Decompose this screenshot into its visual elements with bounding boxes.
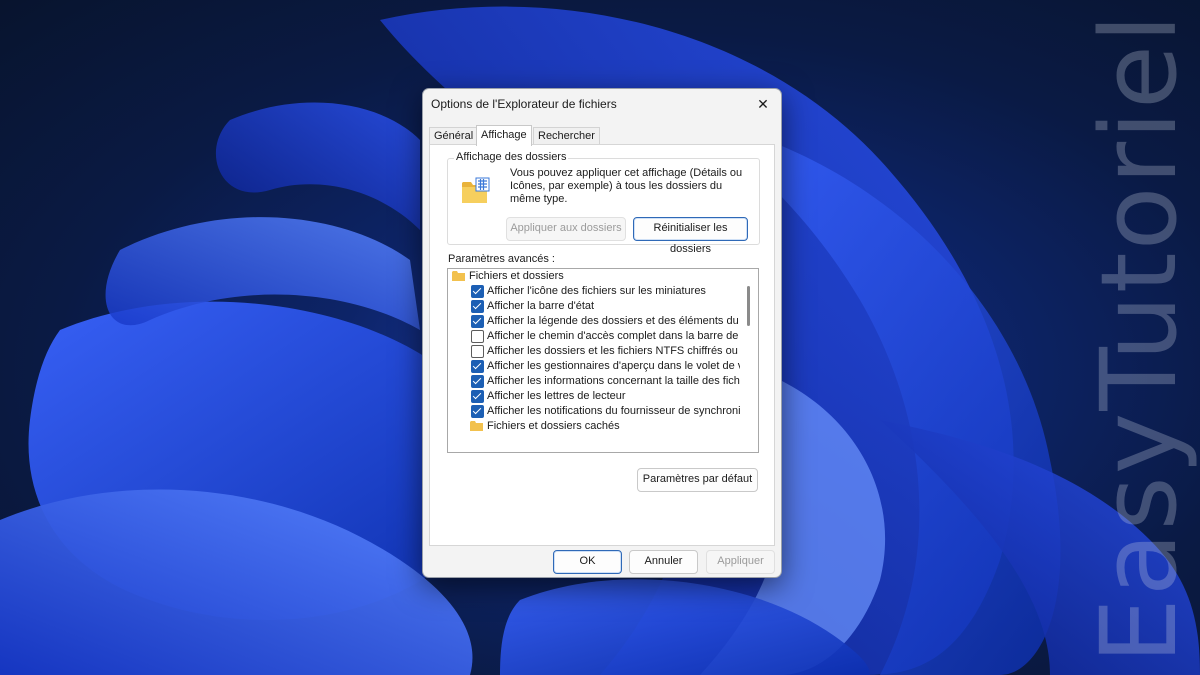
option-label: Afficher les lettres de lecteur [487,390,626,402]
checkbox-checked[interactable] [471,375,484,388]
option-label: Afficher la légende des dossiers et des … [487,315,740,327]
folder-icon [470,421,483,431]
tree-option-row[interactable]: Afficher la légende des dossiers et des … [448,314,740,329]
advanced-settings-tree[interactable]: Fichiers et dossiers Afficher l'icône de… [447,268,759,453]
folder-options-dialog: Options de l'Explorateur de fichiers ✕ G… [422,88,782,578]
tree-option-row[interactable]: Afficher le chemin d'accès complet dans … [448,329,740,344]
ok-button[interactable]: OK [553,550,622,574]
option-label: Afficher le chemin d'accès complet dans … [487,330,740,342]
checkbox-checked[interactable] [471,360,484,373]
close-button[interactable]: ✕ [751,92,775,116]
dialog-title: Options de l'Explorateur de fichiers [431,97,617,111]
title-bar[interactable]: Options de l'Explorateur de fichiers ✕ [423,89,781,119]
tab-general[interactable]: Général [429,127,479,145]
tree-option-row[interactable]: Afficher l'icône des fichiers sur les mi… [448,284,740,299]
checkbox-unchecked[interactable] [471,330,484,343]
folder-icon [452,271,465,281]
restore-defaults-button[interactable]: Paramètres par défaut [637,468,758,492]
tree-option-row[interactable]: Afficher les notifications du fournisseu… [448,404,740,419]
option-label: Afficher les notifications du fournisseu… [487,405,740,417]
tree-option-row[interactable]: Afficher les gestionnaires d'aperçu dans… [448,359,740,374]
folder-view-group: Affichage des dossiers Vous pouvez appli… [447,151,760,255]
checkbox-checked[interactable] [471,285,484,298]
tree-option-row[interactable]: Afficher les informations concernant la … [448,374,740,389]
checkbox-unchecked[interactable] [471,345,484,358]
option-label: Afficher les dossiers et les fichiers NT… [487,345,740,357]
tab-affichage[interactable]: Affichage [476,125,532,146]
tree-option-row[interactable]: Afficher les lettres de lecteur [448,389,740,404]
dialog-footer: OK Annuler Appliquer [423,545,781,577]
cancel-button[interactable]: Annuler [629,550,698,574]
checkbox-checked[interactable] [471,300,484,313]
tree-option-row[interactable]: Afficher les dossiers et les fichiers NT… [448,344,740,359]
advanced-settings-label: Paramètres avancés : [448,253,555,265]
tree-root-label: Fichiers et dossiers [469,270,564,282]
folder-view-icon [462,177,490,203]
option-label: Afficher l'icône des fichiers sur les mi… [487,285,706,297]
apply-button[interactable]: Appliquer [706,550,775,574]
tab-panel: Affichage des dossiers Vous pouvez appli… [429,144,775,546]
option-label: Afficher les gestionnaires d'aperçu dans… [487,360,740,372]
tree-scrollbar-thumb[interactable] [747,286,750,326]
tree-root-item[interactable]: Fichiers et dossiers [448,269,740,284]
tree-option-row[interactable]: Afficher la barre d'état [448,299,740,314]
tab-rechercher[interactable]: Rechercher [533,127,600,145]
tree-subfolder-item[interactable]: Fichiers et dossiers cachés [448,419,740,434]
reset-folders-button[interactable]: Réinitialiser les dossiers [633,217,748,255]
watermark: EasyTutoriel [1078,0,1200,675]
checkbox-checked[interactable] [471,315,484,328]
option-label: Afficher les informations concernant la … [487,375,740,387]
checkbox-checked[interactable] [471,405,484,418]
group-legend: Affichage des dossiers [454,151,569,163]
watermark-text: EasyTutoriel [1078,11,1200,664]
close-icon: ✕ [757,96,769,112]
apply-to-folders-button[interactable]: Appliquer aux dossiers [506,217,626,241]
tree-subfolder-label: Fichiers et dossiers cachés [487,420,620,432]
checkbox-checked[interactable] [471,390,484,403]
option-label: Afficher la barre d'état [487,300,595,312]
folder-view-description: Vous pouvez appliquer cet affichage (Dét… [510,167,743,205]
